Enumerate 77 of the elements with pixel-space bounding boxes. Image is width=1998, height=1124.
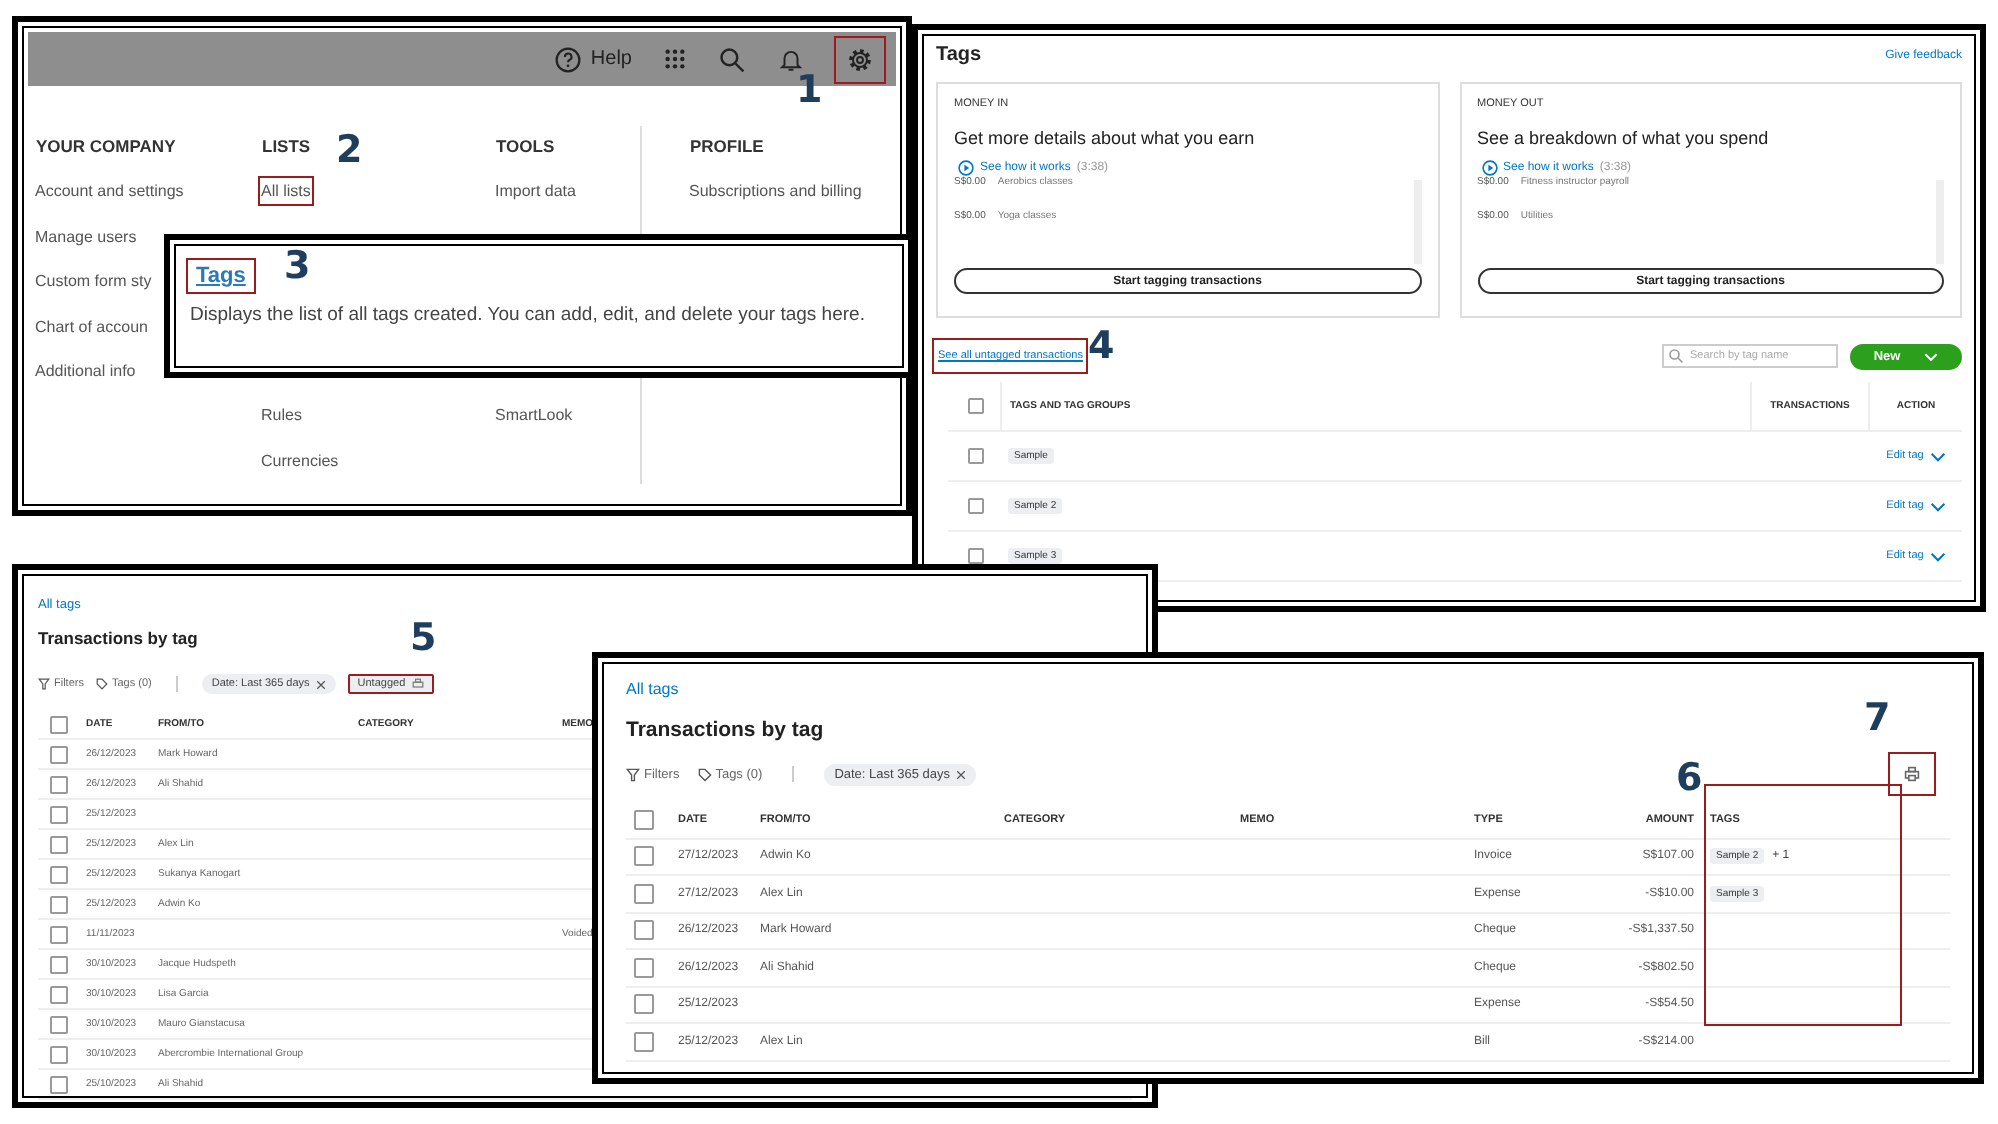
checkbox[interactable]: [968, 398, 984, 414]
step-number: 5: [410, 616, 437, 660]
menu-item[interactable]: All lists: [257, 176, 315, 206]
search-icon[interactable]: [718, 45, 746, 73]
menu-heading: LISTS: [262, 136, 311, 156]
checkbox[interactable]: [50, 985, 68, 1003]
checkbox[interactable]: [634, 920, 654, 941]
menu-item[interactable]: SmartLook: [491, 400, 577, 430]
settings-button[interactable]: [836, 37, 884, 81]
page-title: Tags: [936, 44, 982, 66]
step-number: 2: [336, 128, 363, 172]
chevron-down-icon[interactable]: [1929, 551, 1946, 561]
breadcrumb-link[interactable]: All tags: [626, 680, 679, 698]
menu-item[interactable]: Manage users: [31, 221, 141, 251]
menu-item[interactable]: Rules: [257, 400, 306, 430]
checkbox[interactable]: [50, 805, 68, 823]
chevron-down-icon[interactable]: [1929, 451, 1946, 461]
close-icon[interactable]: [956, 769, 967, 779]
tag-icon: [95, 678, 108, 690]
checkbox[interactable]: [50, 955, 68, 973]
filter-icon: [38, 678, 50, 690]
caret-icon: [1924, 351, 1939, 361]
menu-item[interactable]: Chart of accoun: [31, 311, 152, 341]
menu-item[interactable]: Account and settings: [31, 176, 188, 206]
play-icon: [958, 160, 974, 176]
printer-icon: [411, 678, 424, 690]
checkbox[interactable]: [50, 895, 68, 913]
step-number: 7: [1864, 696, 1891, 740]
checkbox[interactable]: [50, 715, 68, 733]
checkbox[interactable]: [50, 925, 68, 943]
card-heading: See a breakdown of what you spend: [1477, 128, 1771, 148]
menu-item[interactable]: Custom form sty: [31, 266, 156, 296]
menu-item[interactable]: Import data: [491, 176, 580, 206]
tags-link[interactable]: Tags: [190, 262, 252, 290]
menu-heading: YOUR COMPANY: [36, 136, 176, 156]
menu-heading: TOOLS: [496, 136, 555, 156]
checkbox[interactable]: [634, 846, 654, 867]
menu-item[interactable]: Additional info: [31, 356, 140, 386]
printer-icon: [1904, 766, 1920, 782]
checkbox[interactable]: [968, 498, 984, 514]
checkbox[interactable]: [50, 865, 68, 883]
step-number: 6: [1676, 756, 1703, 800]
step-number: 3: [284, 244, 311, 288]
help-icon: [554, 45, 583, 73]
tag-icon: [697, 767, 712, 781]
filter-icon: [626, 767, 640, 781]
menu-item[interactable]: Subscriptions and billing: [685, 176, 866, 206]
menu-heading: PROFILE: [690, 136, 764, 156]
notification-bell-icon[interactable]: [778, 45, 804, 73]
close-icon[interactable]: [315, 679, 326, 689]
chevron-down-icon[interactable]: [1929, 501, 1946, 511]
menu-item[interactable]: Currencies: [257, 445, 343, 475]
report-title: Transactions by tag: [626, 718, 824, 742]
apps-grid-icon[interactable]: [664, 48, 686, 70]
checkbox[interactable]: [634, 1031, 654, 1052]
tooltip-description: Displays the list of all tags created. You can add, edit, and delete your tags here.: [190, 304, 867, 326]
checkbox[interactable]: [50, 775, 68, 793]
settings-icon: [846, 45, 874, 73]
print-button[interactable]: [1890, 754, 1934, 794]
checkbox[interactable]: [50, 835, 68, 853]
checkbox[interactable]: [634, 883, 654, 904]
checkbox[interactable]: [50, 1075, 68, 1093]
report-title: Transactions by tag: [38, 628, 198, 648]
checkbox[interactable]: [968, 448, 984, 464]
checkbox[interactable]: [968, 548, 984, 564]
step-number: 4: [1088, 324, 1115, 368]
checkbox[interactable]: [50, 1045, 68, 1063]
checkbox[interactable]: [634, 809, 654, 830]
checkbox[interactable]: [634, 957, 654, 978]
search-icon: [1668, 348, 1684, 364]
step-number: 1: [796, 68, 823, 112]
card-heading: Get more details about what you earn: [954, 128, 1257, 148]
checkbox[interactable]: [50, 745, 68, 763]
checkbox[interactable]: [50, 1015, 68, 1033]
play-icon: [1481, 160, 1497, 176]
checkbox[interactable]: [634, 994, 654, 1015]
help-button[interactable]: Help: [554, 45, 632, 73]
